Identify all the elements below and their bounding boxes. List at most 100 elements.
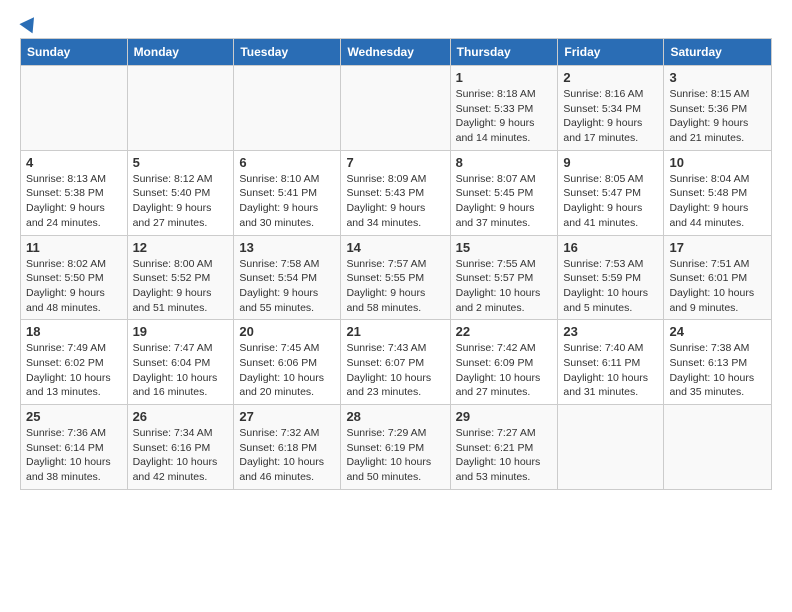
calendar-cell: 14 Sunrise: 7:57 AM Sunset: 5:55 PM Dayli… [341, 235, 450, 320]
calendar-cell: 5 Sunrise: 8:12 AM Sunset: 5:40 PM Daylig… [127, 150, 234, 235]
calendar-cell: 2Sunrise: 8:16 AM Sunset: 5:34 PM Daylig… [558, 66, 664, 151]
logo [20, 16, 38, 30]
calendar-cell [127, 66, 234, 151]
day-number: 7 [346, 155, 444, 170]
calendar-cell: 24Sunrise: 7:38 AM Sunset: 6:13 PM Dayli… [664, 320, 772, 405]
day-info: Sunrise: 8:12 AM Sunset: 5:40 PM Dayligh… [133, 172, 229, 231]
calendar-cell: 8 Sunrise: 8:07 AM Sunset: 5:45 PM Daylig… [450, 150, 558, 235]
day-number: 24 [669, 324, 766, 339]
weekday-header-row: SundayMondayTuesdayWednesdayThursdayFrid… [21, 39, 772, 66]
day-number: 18 [26, 324, 122, 339]
weekday-header-sunday: Sunday [21, 39, 128, 66]
day-info: Sunrise: 7:47 AM Sunset: 6:04 PM Dayligh… [133, 341, 229, 400]
weekday-header-tuesday: Tuesday [234, 39, 341, 66]
day-number: 20 [239, 324, 335, 339]
day-info: Sunrise: 7:49 AM Sunset: 6:02 PM Dayligh… [26, 341, 122, 400]
day-info: Sunrise: 8:18 AM Sunset: 5:33 PM Dayligh… [456, 87, 553, 146]
day-number: 29 [456, 409, 553, 424]
weekday-header-thursday: Thursday [450, 39, 558, 66]
day-number: 27 [239, 409, 335, 424]
day-number: 12 [133, 240, 229, 255]
calendar-cell: 25 Sunrise: 7:36 AM Sunset: 6:14 PM Dayli… [21, 405, 128, 490]
calendar-cell: 19 Sunrise: 7:47 AM Sunset: 6:04 PM Dayli… [127, 320, 234, 405]
day-number: 17 [669, 240, 766, 255]
day-number: 19 [133, 324, 229, 339]
page-header [20, 16, 772, 30]
weekday-header-monday: Monday [127, 39, 234, 66]
day-number: 5 [133, 155, 229, 170]
day-info: Sunrise: 8:07 AM Sunset: 5:45 PM Dayligh… [456, 172, 553, 231]
calendar-cell: 10 Sunrise: 8:04 AM Sunset: 5:48 PM Dayli… [664, 150, 772, 235]
day-number: 21 [346, 324, 444, 339]
day-number: 16 [563, 240, 658, 255]
calendar-cell: 28 Sunrise: 7:29 AM Sunset: 6:19 PM Dayli… [341, 405, 450, 490]
weekday-header-saturday: Saturday [664, 39, 772, 66]
calendar-week-row: 25 Sunrise: 7:36 AM Sunset: 6:14 PM Dayli… [21, 405, 772, 490]
day-number: 10 [669, 155, 766, 170]
logo-triangle-icon [19, 13, 40, 34]
day-number: 22 [456, 324, 553, 339]
day-number: 25 [26, 409, 122, 424]
calendar-cell: 3 Sunrise: 8:15 AM Sunset: 5:36 PM Daylig… [664, 66, 772, 151]
day-info: Sunrise: 7:27 AM Sunset: 6:21 PM Dayligh… [456, 426, 553, 485]
day-info: Sunrise: 8:16 AM Sunset: 5:34 PM Dayligh… [563, 87, 658, 146]
day-number: 23 [563, 324, 658, 339]
day-info: Sunrise: 7:29 AM Sunset: 6:19 PM Dayligh… [346, 426, 444, 485]
day-number: 8 [456, 155, 553, 170]
calendar-cell [341, 66, 450, 151]
day-number: 1 [456, 70, 553, 85]
day-info: Sunrise: 8:15 AM Sunset: 5:36 PM Dayligh… [669, 87, 766, 146]
day-info: Sunrise: 7:36 AM Sunset: 6:14 PM Dayligh… [26, 426, 122, 485]
calendar-cell: 4 Sunrise: 8:13 AM Sunset: 5:38 PM Daylig… [21, 150, 128, 235]
day-number: 4 [26, 155, 122, 170]
day-info: Sunrise: 7:53 AM Sunset: 5:59 PM Dayligh… [563, 257, 658, 316]
weekday-header-wednesday: Wednesday [341, 39, 450, 66]
day-number: 13 [239, 240, 335, 255]
calendar-cell: 11 Sunrise: 8:02 AM Sunset: 5:50 PM Dayli… [21, 235, 128, 320]
calendar-cell [664, 405, 772, 490]
calendar-table: SundayMondayTuesdayWednesdayThursdayFrid… [20, 38, 772, 490]
calendar-cell [21, 66, 128, 151]
day-info: Sunrise: 8:05 AM Sunset: 5:47 PM Dayligh… [563, 172, 658, 231]
calendar-cell: 22 Sunrise: 7:42 AM Sunset: 6:09 PM Dayli… [450, 320, 558, 405]
day-number: 15 [456, 240, 553, 255]
day-info: Sunrise: 8:04 AM Sunset: 5:48 PM Dayligh… [669, 172, 766, 231]
calendar-cell: 26 Sunrise: 7:34 AM Sunset: 6:16 PM Dayli… [127, 405, 234, 490]
day-number: 14 [346, 240, 444, 255]
calendar-cell: 17Sunrise: 7:51 AM Sunset: 6:01 PM Dayli… [664, 235, 772, 320]
day-number: 11 [26, 240, 122, 255]
day-info: Sunrise: 8:09 AM Sunset: 5:43 PM Dayligh… [346, 172, 444, 231]
day-info: Sunrise: 7:58 AM Sunset: 5:54 PM Dayligh… [239, 257, 335, 316]
day-info: Sunrise: 7:32 AM Sunset: 6:18 PM Dayligh… [239, 426, 335, 485]
calendar-cell: 29 Sunrise: 7:27 AM Sunset: 6:21 PM Dayli… [450, 405, 558, 490]
calendar-cell: 18 Sunrise: 7:49 AM Sunset: 6:02 PM Dayli… [21, 320, 128, 405]
calendar-cell: 27 Sunrise: 7:32 AM Sunset: 6:18 PM Dayli… [234, 405, 341, 490]
day-info: Sunrise: 7:55 AM Sunset: 5:57 PM Dayligh… [456, 257, 553, 316]
calendar-cell: 12Sunrise: 8:00 AM Sunset: 5:52 PM Dayli… [127, 235, 234, 320]
day-info: Sunrise: 8:02 AM Sunset: 5:50 PM Dayligh… [26, 257, 122, 316]
calendar-cell: 9 Sunrise: 8:05 AM Sunset: 5:47 PM Daylig… [558, 150, 664, 235]
day-info: Sunrise: 7:40 AM Sunset: 6:11 PM Dayligh… [563, 341, 658, 400]
calendar-cell: 7 Sunrise: 8:09 AM Sunset: 5:43 PM Daylig… [341, 150, 450, 235]
calendar-cell: 20 Sunrise: 7:45 AM Sunset: 6:06 PM Dayli… [234, 320, 341, 405]
calendar-week-row: 18 Sunrise: 7:49 AM Sunset: 6:02 PM Dayli… [21, 320, 772, 405]
calendar-cell [558, 405, 664, 490]
day-number: 28 [346, 409, 444, 424]
weekday-header-friday: Friday [558, 39, 664, 66]
calendar-week-row: 11 Sunrise: 8:02 AM Sunset: 5:50 PM Dayli… [21, 235, 772, 320]
day-info: Sunrise: 7:42 AM Sunset: 6:09 PM Dayligh… [456, 341, 553, 400]
calendar-cell: 21 Sunrise: 7:43 AM Sunset: 6:07 PM Dayli… [341, 320, 450, 405]
day-info: Sunrise: 8:13 AM Sunset: 5:38 PM Dayligh… [26, 172, 122, 231]
day-number: 3 [669, 70, 766, 85]
day-number: 6 [239, 155, 335, 170]
calendar-cell: 1 Sunrise: 8:18 AM Sunset: 5:33 PM Daylig… [450, 66, 558, 151]
day-number: 9 [563, 155, 658, 170]
calendar-cell [234, 66, 341, 151]
day-number: 26 [133, 409, 229, 424]
day-info: Sunrise: 7:45 AM Sunset: 6:06 PM Dayligh… [239, 341, 335, 400]
day-info: Sunrise: 7:57 AM Sunset: 5:55 PM Dayligh… [346, 257, 444, 316]
calendar-week-row: 4 Sunrise: 8:13 AM Sunset: 5:38 PM Daylig… [21, 150, 772, 235]
calendar-cell: 6Sunrise: 8:10 AM Sunset: 5:41 PM Daylig… [234, 150, 341, 235]
day-info: Sunrise: 7:34 AM Sunset: 6:16 PM Dayligh… [133, 426, 229, 485]
day-info: Sunrise: 7:43 AM Sunset: 6:07 PM Dayligh… [346, 341, 444, 400]
